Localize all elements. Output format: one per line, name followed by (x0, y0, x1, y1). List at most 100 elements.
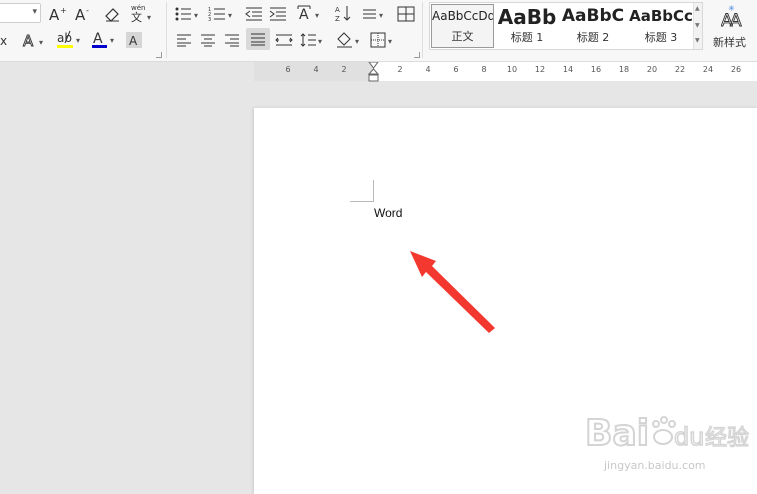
group-divider (422, 2, 423, 58)
svg-text:▾: ▾ (76, 36, 80, 45)
style-label: 正文 (451, 30, 474, 43)
style-preview: AaBbCc (629, 7, 693, 25)
svg-text:▾: ▾ (388, 37, 392, 46)
ruler-tick-label: 16 (590, 65, 602, 74)
clear-formatting-icon[interactable] (102, 4, 122, 24)
ruler-tick-label: 2 (397, 65, 403, 74)
ruler-tick-label: 4 (313, 65, 319, 74)
style-label: 标题 3 (644, 31, 678, 44)
borders-icon[interactable]: ▾ (370, 30, 398, 50)
style-item-heading-2[interactable]: AaBbC 标题 2 (560, 4, 626, 48)
svg-text:经验: 经验 (705, 426, 749, 451)
svg-text:▾: ▾ (318, 37, 322, 46)
new-style-button[interactable]: A A ✳ 新样式 (711, 4, 757, 52)
distributed-align-icon[interactable] (274, 30, 294, 50)
svg-text:▾: ▾ (355, 37, 359, 46)
svg-text:3: 3 (208, 17, 211, 22)
highlight-color-icon[interactable]: ab ▾ (56, 29, 84, 49)
align-right-icon[interactable] (222, 30, 242, 50)
svg-text:A: A (75, 6, 86, 23)
style-gallery: AaBbCcDd 正文 AaBb 标题 1 AaBbC 标题 2 AaBbCc … (429, 2, 703, 50)
chinese-layout-icon[interactable]: A ▾ (296, 3, 324, 23)
line-spacing-icon[interactable]: ▾ (300, 30, 326, 50)
paragraph-dialog-launcher[interactable] (414, 52, 420, 58)
font-color-icon[interactable]: A ▾ (90, 29, 118, 49)
style-item-normal[interactable]: AaBbCcDd 正文 (431, 4, 494, 48)
sort-icon[interactable]: AZ (334, 3, 354, 23)
ruler-tick-label: 22 (674, 65, 686, 74)
character-shading-icon[interactable]: A (124, 30, 144, 50)
svg-text:-: - (86, 6, 89, 15)
show-marks-icon[interactable] (396, 4, 416, 24)
svg-text:▾: ▾ (379, 11, 383, 20)
svg-text:A: A (730, 11, 742, 30)
svg-text:du: du (674, 423, 704, 451)
svg-text:+: + (60, 6, 67, 15)
svg-text:A: A (129, 34, 138, 48)
new-style-icon: A A ✳ (721, 4, 745, 30)
increase-font-size-icon[interactable]: A + (48, 4, 68, 24)
character-spacing-icon[interactable]: x (0, 30, 18, 50)
scroll-up-icon[interactable]: ▲ (695, 5, 700, 13)
gallery-more-icon[interactable]: ▼ (695, 37, 700, 45)
new-style-label: 新样式 (713, 36, 746, 49)
increase-indent-icon[interactable] (268, 4, 288, 24)
svg-text:ab: ab (57, 31, 72, 45)
group-divider (166, 2, 167, 58)
align-left-icon[interactable] (174, 30, 194, 50)
style-item-heading-3[interactable]: AaBbCc 标题 3 (628, 4, 694, 48)
indent-marker-icon[interactable] (367, 61, 380, 82)
style-label: 标题 2 (576, 31, 610, 44)
svg-text:A: A (299, 7, 309, 23)
ruler-tick-label: 24 (702, 65, 714, 74)
chevron-down-icon[interactable]: ▾ (32, 7, 37, 17)
watermark-url: jingyan.baidu.com (604, 459, 706, 472)
svg-text:文: 文 (131, 10, 142, 23)
ruler-tick-label: 18 (618, 65, 630, 74)
numbered-list-icon[interactable]: 1 2 3 ▾ (208, 4, 236, 24)
font-size-input[interactable]: ▾ (0, 3, 41, 23)
bullet-list-icon[interactable]: ▾ (174, 4, 202, 24)
scroll-down-icon[interactable]: ▼ (695, 22, 700, 30)
ruler-tick-label: 12 (534, 65, 546, 74)
phonetic-guide-icon[interactable]: wén 文 ▾ (130, 3, 156, 23)
ruler-tick-label: 6 (453, 65, 459, 74)
style-preview: AaBbCcDd (432, 9, 493, 23)
align-center-icon[interactable] (198, 30, 218, 50)
svg-text:A: A (93, 31, 103, 47)
red-arrow-annotation (410, 251, 495, 333)
svg-text:A: A (49, 6, 60, 23)
style-item-heading-1[interactable]: AaBb 标题 1 (496, 4, 558, 48)
ruler-tick-label: 10 (506, 65, 518, 74)
style-label: 标题 1 (510, 31, 544, 44)
margin-corner-mark (350, 180, 374, 202)
ruler-tick-label: 6 (285, 65, 291, 74)
style-preview: AaBb (497, 5, 557, 29)
decrease-font-size-icon[interactable]: A- (74, 4, 94, 24)
ruler-tick-label: 2 (341, 65, 347, 74)
shading-icon[interactable]: ▾ (336, 30, 364, 50)
text-effect-icon[interactable]: A ▾ (22, 30, 48, 50)
ruler-tick-label: 20 (646, 65, 658, 74)
svg-text:▾: ▾ (39, 38, 43, 47)
svg-text:x: x (0, 34, 7, 48)
svg-text:Z: Z (335, 15, 340, 22)
font-dialog-launcher[interactable] (156, 52, 162, 58)
ruler-tick-label: 4 (425, 65, 431, 74)
svg-text:▾: ▾ (315, 11, 319, 20)
justify-icon[interactable] (246, 28, 270, 50)
gallery-scrollbar[interactable]: ▲ ▼ ▼ (693, 3, 702, 49)
ruler-tick-label: 14 (562, 65, 574, 74)
svg-text:Bai: Bai (585, 413, 649, 454)
document-text[interactable]: Word (374, 206, 402, 220)
svg-text:▾: ▾ (110, 36, 114, 45)
ribbon-toolbar: ▾ A + A- wén 文 ▾ x A ▾ ab ▾ A ▾ A ▾ 1 2 3 ▾ A ▾ (0, 0, 757, 62)
style-preview: AaBbC (561, 6, 625, 26)
ruler-tick-label: 8 (481, 65, 487, 74)
svg-text:✳: ✳ (728, 4, 735, 13)
svg-text:▾: ▾ (228, 11, 232, 20)
svg-text:A: A (23, 32, 34, 49)
decrease-indent-icon[interactable] (244, 4, 264, 24)
svg-text:A: A (335, 6, 340, 14)
paragraph-spacing-icon[interactable]: ▾ (362, 4, 388, 24)
